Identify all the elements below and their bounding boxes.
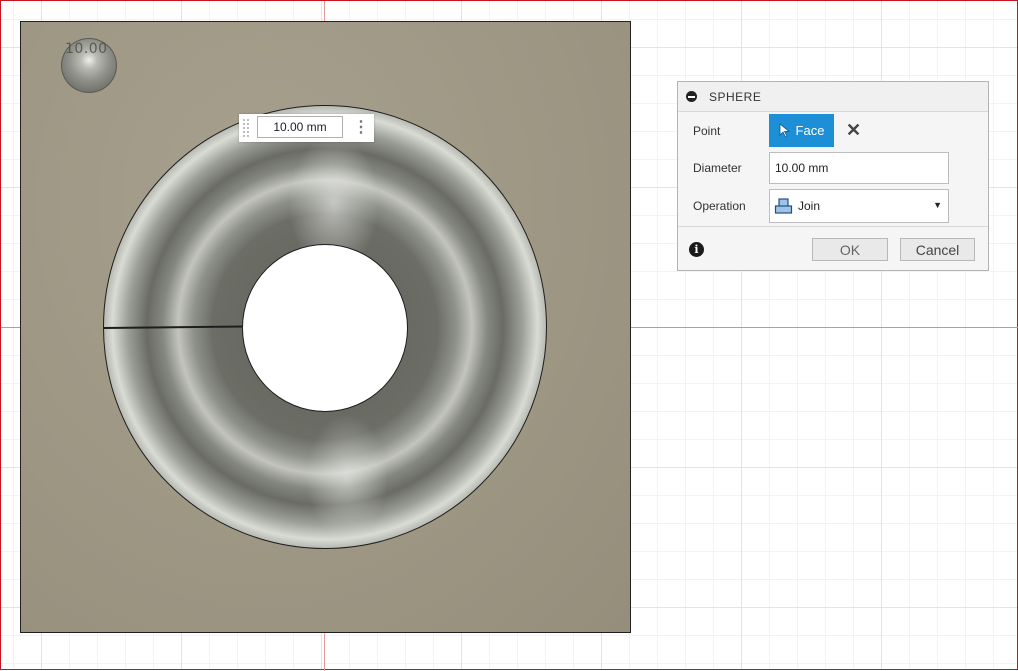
collapse-icon[interactable] bbox=[686, 91, 697, 102]
cursor-arrow-icon bbox=[779, 123, 791, 138]
chevron-down-icon: ▼ bbox=[933, 200, 942, 210]
diameter-row: Diameter 10.00 mm bbox=[678, 152, 988, 184]
drag-handle-icon[interactable] bbox=[242, 118, 250, 138]
point-selection-label: Face bbox=[795, 123, 825, 138]
point-row: Point Face ✕ bbox=[678, 114, 988, 147]
ok-button[interactable]: OK bbox=[812, 238, 888, 261]
dialog-header[interactable]: SPHERE bbox=[678, 82, 988, 112]
join-icon bbox=[774, 197, 794, 215]
sphere-dialog: SPHERE Point Face ✕ Diameter 10.00 mm Op… bbox=[677, 81, 989, 271]
diameter-label: Diameter bbox=[693, 161, 742, 175]
operation-label: Operation bbox=[693, 199, 746, 213]
operation-value: Join bbox=[798, 199, 821, 213]
more-options-icon[interactable]: ⋮ bbox=[353, 118, 369, 138]
diameter-input[interactable]: 10.00 mm bbox=[769, 152, 949, 184]
diameter-manipulator-input[interactable]: 10.00 mm bbox=[257, 116, 343, 138]
dialog-footer: i OK Cancel bbox=[678, 226, 988, 270]
point-label: Point bbox=[693, 123, 721, 138]
canvas-viewport[interactable]: 10.00 10.00 mm ⋮ SPHERE Point Face ✕ Dia… bbox=[0, 0, 1018, 671]
torus-center-hole bbox=[242, 244, 408, 412]
dialog-title: SPHERE bbox=[709, 89, 762, 104]
operation-select[interactable]: Join ▼ bbox=[769, 189, 949, 223]
cancel-button[interactable]: Cancel bbox=[900, 238, 975, 261]
diameter-manipulator[interactable]: 10.00 mm ⋮ bbox=[239, 114, 374, 142]
info-icon[interactable]: i bbox=[689, 242, 704, 257]
sphere-preview-label: 10.00 bbox=[65, 41, 108, 57]
close-icon[interactable]: ✕ bbox=[846, 119, 861, 141]
operation-row: Operation Join ▼ bbox=[678, 189, 988, 223]
point-selection-button[interactable]: Face bbox=[769, 114, 834, 147]
